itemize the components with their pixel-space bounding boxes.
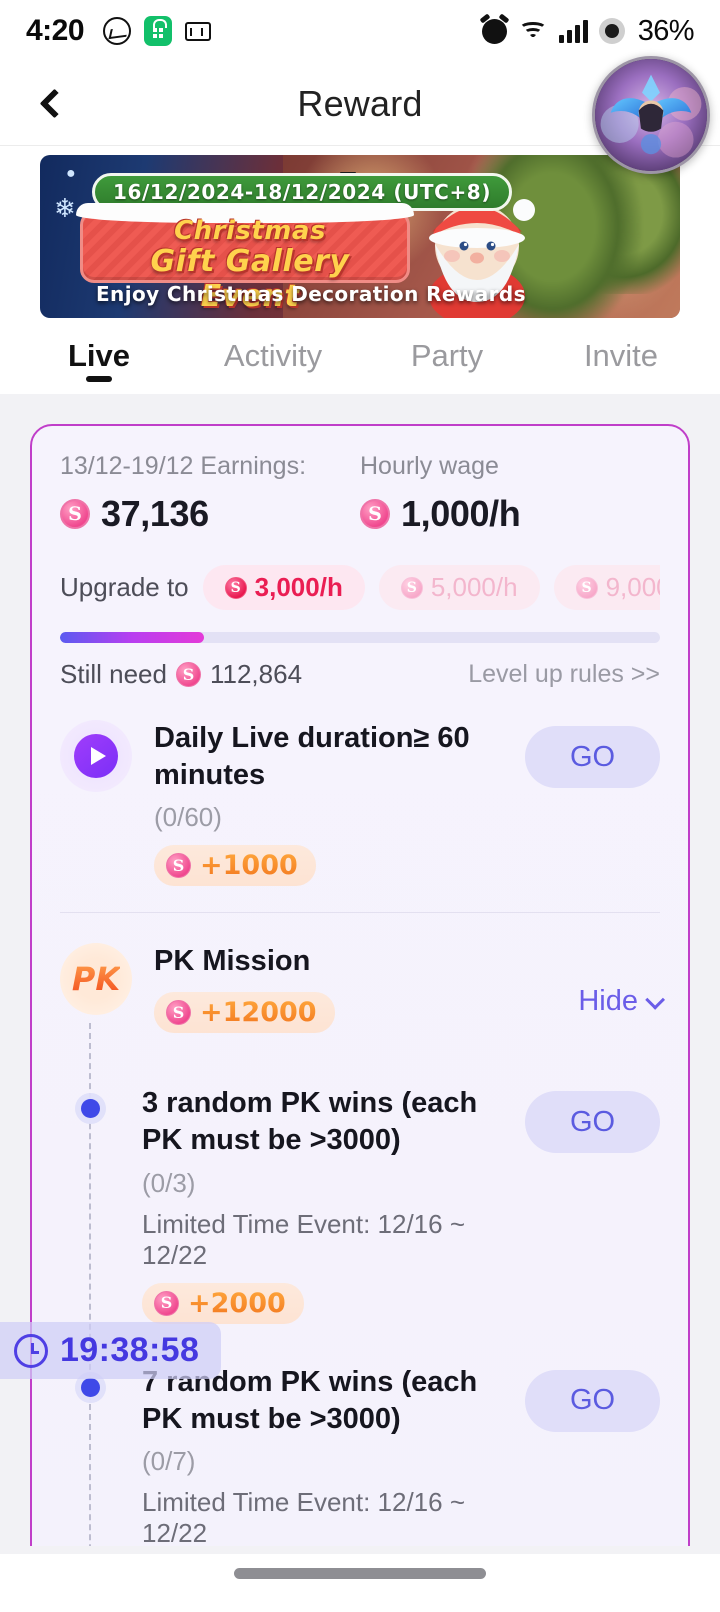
task-pk-mission: PK PK Mission S +12000 Hide [60, 913, 666, 1059]
hourly-wage-stat: Hourly wage S 1,000/h [360, 452, 660, 535]
pk-subtask-2-limit: Limited Time Event: 12/16 ~ 12/22 [142, 1486, 466, 1546]
chevron-down-icon [645, 989, 666, 1010]
pk-subtask-1: 3 random PK wins (each PK must be >3000)… [60, 1059, 660, 1337]
tabs-divider [0, 394, 720, 406]
page-title: Reward [297, 82, 423, 124]
timeline-dot [60, 1085, 120, 1119]
coin-icon: S [400, 576, 423, 599]
tab-party[interactable]: Party [360, 318, 534, 394]
hide-toggle-label: Hide [578, 985, 638, 1018]
upgrade-tier-3[interactable]: S 9,000/h [553, 565, 660, 610]
task-pk-mission-reward-value: +12000 [200, 997, 317, 1029]
coin-icon: S [224, 576, 247, 599]
coin-icon: S [575, 576, 598, 599]
status-bar-system-icons: 36% [481, 14, 695, 48]
signal-icon [558, 19, 588, 43]
countdown-value: 19:38:58 [60, 1331, 200, 1369]
still-need-row: Still need S 112,864 Level up rules >> [60, 659, 660, 690]
banner-title-line1: Christmas [174, 216, 326, 246]
upgrade-progress-bar [60, 632, 660, 643]
still-need-value: 112,864 [209, 659, 303, 689]
pk-subtask-1-go-button[interactable]: GO [525, 1091, 660, 1154]
level-up-rules-link[interactable]: Level up rules >> [468, 660, 660, 689]
task-daily-live-go-button[interactable]: GO [525, 726, 660, 788]
pk-subtask-1-progress: (0/3) [142, 1167, 196, 1198]
green-app-icon [144, 16, 173, 46]
tab-activity[interactable]: Activity [186, 318, 360, 394]
battery-icon [598, 18, 625, 44]
pk-subtask-1-reward: S +2000 [142, 1282, 304, 1324]
banner-container: ❄ ● ● 16/12/2024-18/1 [0, 146, 720, 318]
task-pk-mission-reward: S +12000 [154, 992, 335, 1034]
clock-icon [14, 1333, 48, 1368]
upgrade-tier-2-label: 5,000/h [430, 572, 518, 602]
upgrade-progress-fill [60, 632, 204, 643]
battery-percent: 36% [637, 14, 695, 47]
task-daily-live-reward-value: +1000 [200, 850, 298, 882]
status-bar-notification-icons [103, 16, 212, 46]
snowflake-icon: ● [66, 165, 76, 182]
upgrade-tier-3-label: 9,000/h [605, 572, 660, 602]
banner-subtitle: Enjoy Christmas Decoration Rewards [96, 282, 526, 306]
coin-icon: S [360, 499, 390, 529]
play-icon [60, 720, 132, 792]
home-indicator-bar [0, 1554, 720, 1612]
avatar-image [595, 59, 707, 171]
card-icon [185, 21, 212, 41]
coin-icon: S [166, 853, 191, 879]
upgrade-label: Upgrade to [60, 572, 189, 602]
upgrade-tier-1-label: 3,000/h [254, 572, 343, 602]
snowflake-icon: ❄ [54, 193, 76, 223]
upgrade-tier-row: Upgrade to S 3,000/h S 5,000/h S 9,000/h… [60, 565, 660, 610]
page-header: Reward [0, 56, 720, 174]
pk-subtask-1-title: 3 random PK wins (each PK must be >3000) [142, 1087, 478, 1157]
coin-icon: S [154, 1290, 179, 1316]
earnings-value: 37,136 [101, 493, 209, 534]
coin-icon: S [60, 499, 90, 529]
still-need-label: Still need [60, 659, 167, 689]
status-bar: 4:20 36% [0, 0, 720, 62]
task-pk-mission-title: PK Mission [154, 945, 311, 978]
coin-icon: S [166, 1000, 191, 1026]
wifi-icon [518, 19, 548, 43]
chevron-left-icon [39, 88, 70, 119]
earnings-stats: 13/12-19/12 Earnings: S 37,136 Hourly wa… [60, 452, 660, 535]
pk-subtask-1-limit: Limited Time Event: 12/16 ~ 12/22 [142, 1208, 466, 1270]
avatar[interactable] [592, 56, 710, 174]
home-indicator[interactable] [234, 1568, 486, 1579]
pk-subtask-2-go-button[interactable]: GO [525, 1369, 660, 1432]
task-daily-live: Daily Live duration≥ 60 minutes (0/60) S… [60, 690, 660, 914]
upgrade-tier-2[interactable]: S 5,000/h [378, 565, 540, 610]
tab-bar: Live Activity Party Invite [0, 318, 720, 394]
upgrade-tier-1[interactable]: S 3,000/h [202, 565, 365, 610]
earnings-period-label: 13/12-19/12 Earnings: [60, 452, 307, 480]
pk-subtask-timeline: 3 random PK wins (each PK must be >3000)… [60, 1023, 660, 1546]
hourly-wage-value: 1,000/h [401, 493, 521, 534]
alarm-icon [481, 18, 507, 44]
pk-icon: PK [60, 943, 132, 1016]
tab-invite[interactable]: Invite [534, 318, 708, 394]
pk-subtask-2-progress: (0/7) [142, 1445, 196, 1476]
messenger-icon [103, 17, 132, 45]
still-need-group: Still need S 112,864 [60, 659, 302, 690]
hourly-wage-label: Hourly wage [360, 452, 499, 480]
task-daily-live-title: Daily Live duration≥ 60 minutes [154, 722, 470, 792]
coin-icon: S [175, 662, 201, 687]
pk-subtask-1-reward-value: +2000 [188, 1287, 286, 1319]
back-button[interactable] [28, 81, 74, 127]
tab-live[interactable]: Live [12, 318, 186, 394]
earnings-stat: 13/12-19/12 Earnings: S 37,136 [60, 452, 360, 535]
task-daily-live-progress: (0/60) [154, 802, 222, 833]
pk-icon-label: PK [71, 960, 121, 999]
floating-countdown-timer[interactable]: 19:38:58 [0, 1322, 222, 1379]
status-bar-time: 4:20 [26, 14, 85, 47]
christmas-event-banner[interactable]: ❄ ● ● 16/12/2024-18/1 [40, 155, 680, 318]
task-pk-mission-hide-toggle[interactable]: Hide [578, 985, 666, 1018]
task-daily-live-reward: S +1000 [154, 845, 316, 887]
